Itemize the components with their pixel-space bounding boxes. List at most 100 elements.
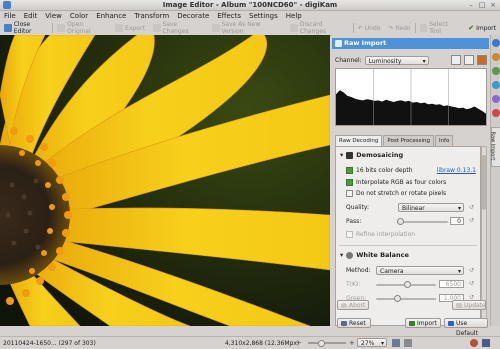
import-icon bbox=[409, 321, 415, 326]
channel-select[interactable]: Luminosity bbox=[364, 55, 429, 66]
white-balance-section[interactable]: ▾ White Balance bbox=[340, 251, 409, 259]
close-editor-button[interactable]: Close Editor bbox=[0, 21, 52, 35]
channel-value: Luminosity bbox=[368, 57, 402, 65]
open-original-button[interactable]: Open Original bbox=[53, 21, 111, 35]
temperature-slider-handle[interactable] bbox=[404, 281, 411, 288]
method-value: Camera bbox=[380, 268, 404, 275]
tab-post-processing[interactable]: Post Processing bbox=[383, 135, 434, 146]
import-label: Import bbox=[417, 320, 437, 327]
exposure-indicator-icon[interactable] bbox=[470, 339, 478, 347]
undo-button[interactable]: ↶ Undo bbox=[354, 22, 385, 34]
zoom-level-select[interactable]: 27% bbox=[357, 338, 387, 348]
fit-to-window-icon[interactable] bbox=[392, 339, 400, 347]
histogram bbox=[335, 68, 487, 126]
raw-import-title: Raw Import bbox=[344, 39, 387, 47]
raw-import-header: Raw Import bbox=[332, 38, 489, 49]
zoom-slider[interactable] bbox=[308, 342, 346, 344]
demosaicing-icon bbox=[346, 151, 354, 159]
temperature-spinbox[interactable]: 6500 bbox=[439, 280, 464, 288]
open-original-label: Open Original bbox=[67, 21, 91, 35]
import-button[interactable]: Import bbox=[405, 318, 441, 328]
reset-button[interactable]: Reset bbox=[337, 318, 371, 328]
close-window-icon[interactable]: × bbox=[489, 1, 497, 9]
use-default-label: Use Default bbox=[456, 320, 478, 337]
method-select[interactable]: Camera bbox=[376, 266, 464, 276]
demosaicing-section[interactable]: ▾ Demosaicing bbox=[340, 151, 403, 159]
libraw-link[interactable]: libraw 0.13.1 bbox=[437, 167, 476, 174]
tools-tab-icon[interactable] bbox=[492, 109, 500, 117]
menu-enhance[interactable]: Enhance bbox=[96, 12, 126, 20]
pass-spinbox[interactable]: 0 bbox=[450, 217, 464, 225]
pass-label: Pass: bbox=[346, 218, 362, 225]
no-stretch-checkbox[interactable]: Do not stretch or rotate pixels bbox=[346, 190, 446, 197]
minimize-icon[interactable]: – bbox=[467, 1, 475, 9]
linear-scale-icon[interactable] bbox=[451, 55, 461, 65]
abort-icon bbox=[341, 303, 347, 308]
properties-tab-icon[interactable] bbox=[492, 39, 500, 47]
export-icon bbox=[115, 24, 124, 32]
quality-label: Quality: bbox=[346, 204, 370, 211]
menu-edit[interactable]: Edit bbox=[24, 12, 38, 20]
menu-help[interactable]: Help bbox=[286, 12, 302, 20]
metadata-tab-icon[interactable] bbox=[492, 53, 500, 61]
zoom-out-icon[interactable]: − bbox=[296, 339, 302, 347]
panel-scrollbar[interactable] bbox=[481, 146, 487, 326]
log-scale-icon[interactable] bbox=[464, 55, 474, 65]
scrollbar-thumb[interactable] bbox=[482, 155, 486, 210]
maximize-icon[interactable]: □ bbox=[478, 1, 486, 9]
menu-color[interactable]: Color bbox=[70, 12, 88, 20]
interpolate-rgb-label: Interpolate RGB as four colors bbox=[356, 179, 447, 186]
geolocation-tab-icon[interactable] bbox=[492, 81, 500, 89]
abort-button[interactable]: Abort bbox=[337, 300, 369, 310]
status-dimensions: 4,310x2,868 (12.36Mpx) bbox=[225, 340, 300, 347]
redo-button[interactable]: ↷ Redo bbox=[384, 22, 414, 34]
save-new-version-label: Save As New Version bbox=[221, 21, 261, 35]
color-depth-label: 16 bits color depth bbox=[356, 167, 413, 174]
menu-effects[interactable]: Effects bbox=[217, 12, 241, 20]
save-changes-button[interactable]: Save Changes bbox=[149, 21, 208, 35]
raw-import-icon bbox=[335, 40, 342, 47]
raw-decoding-panel: ▾ Demosaicing 16 bits color depth libraw… bbox=[335, 146, 481, 326]
colors-tab-icon[interactable] bbox=[492, 67, 500, 75]
export-button[interactable]: Export bbox=[111, 22, 149, 34]
tab-info[interactable]: Info bbox=[434, 135, 454, 146]
section-divider bbox=[339, 245, 477, 246]
histogram-options-icon[interactable] bbox=[477, 55, 487, 65]
update-button[interactable]: Update bbox=[452, 300, 486, 310]
zoom-to-selection-icon[interactable] bbox=[404, 339, 412, 347]
reset-label: Reset bbox=[349, 320, 366, 327]
save-new-version-button[interactable]: Save As New Version bbox=[208, 21, 286, 35]
import-toolbar-button[interactable]: ✔ Import bbox=[464, 22, 500, 34]
zoom-slider-handle[interactable] bbox=[318, 340, 325, 347]
raw-import-side-tab[interactable]: Raw Import bbox=[489, 127, 500, 167]
menu-file[interactable]: File bbox=[4, 12, 16, 20]
tab-raw-decoding[interactable]: Raw Decoding bbox=[335, 135, 383, 146]
select-tool-button[interactable]: Select Tool bbox=[416, 21, 465, 35]
zoom-in-icon[interactable]: + bbox=[349, 339, 355, 347]
menu-view[interactable]: View bbox=[45, 12, 62, 20]
close-editor-label: Close Editor bbox=[13, 21, 32, 35]
channel-row: Channel: Luminosity bbox=[335, 55, 487, 66]
captions-tab-icon[interactable] bbox=[492, 95, 500, 103]
refine-interpolation-checkbox[interactable]: Refine interpolation bbox=[346, 231, 415, 238]
menu-decorate[interactable]: Decorate bbox=[177, 12, 209, 20]
checkbox-icon bbox=[346, 167, 353, 174]
raw-tabs: Raw Decoding Post Processing Info bbox=[335, 135, 454, 146]
color-depth-checkbox[interactable]: 16 bits color depth bbox=[346, 167, 413, 174]
quality-select[interactable]: Bilinear bbox=[398, 203, 464, 213]
interpolate-rgb-checkbox[interactable]: Interpolate RGB as four colors bbox=[346, 179, 446, 186]
discard-changes-button[interactable]: Discard Changes bbox=[286, 21, 353, 35]
no-stretch-label: Do not stretch or rotate pixels bbox=[356, 190, 447, 197]
reset-temperature-icon[interactable]: ↺ bbox=[469, 281, 476, 287]
use-default-button[interactable]: Use Default bbox=[444, 318, 488, 337]
reset-method-icon[interactable]: ↺ bbox=[469, 268, 476, 274]
menu-settings[interactable]: Settings bbox=[249, 12, 278, 20]
reset-pass-icon[interactable]: ↺ bbox=[469, 218, 476, 224]
reset-quality-icon[interactable]: ↺ bbox=[469, 205, 476, 211]
pass-slider[interactable] bbox=[398, 221, 448, 223]
checkbox-icon bbox=[346, 190, 353, 197]
pass-slider-handle[interactable] bbox=[397, 218, 404, 225]
color-managed-view-icon[interactable] bbox=[482, 339, 490, 347]
menu-transform[interactable]: Transform bbox=[134, 12, 169, 20]
image-canvas[interactable] bbox=[0, 35, 330, 326]
